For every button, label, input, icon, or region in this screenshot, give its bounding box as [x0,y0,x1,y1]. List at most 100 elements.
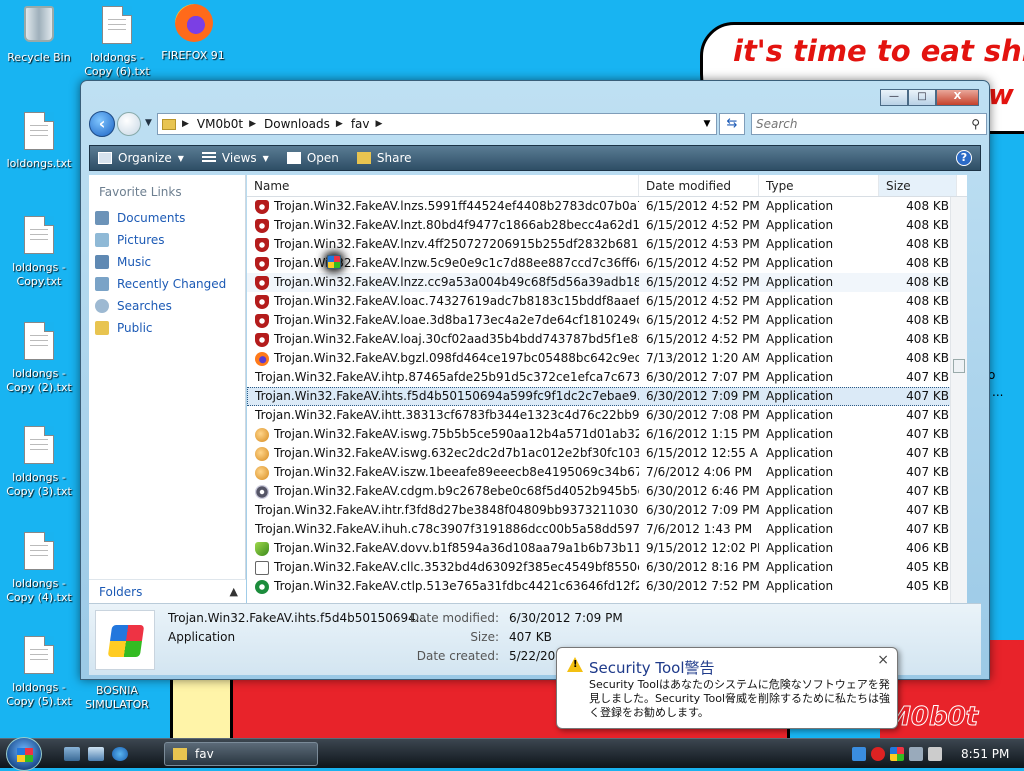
table-row[interactable]: Trojan.Win32.FakeAV.lnzs.5991ff44524ef44… [247,197,967,216]
file-name-cell[interactable]: Trojan.Win32.FakeAV.lnzs.5991ff44524ef44… [247,197,639,216]
table-row[interactable]: Trojan.Win32.FakeAV.iswg.632ec2dc2d7b1ac… [247,444,967,463]
table-row[interactable]: Trojan.Win32.FakeAV.iszw.1beeafe89eeecb8… [247,463,967,482]
table-row[interactable]: Trojan.Win32.FakeAV.lnzv.4ff250727206915… [247,235,967,254]
desktop-icon-loldongs[interactable]: loldongs.txt [2,112,76,171]
search-input[interactable] [752,114,952,134]
close-button[interactable]: X [936,89,979,106]
show-desktop-icon[interactable] [64,747,80,761]
file-name-cell[interactable]: Trojan.Win32.FakeAV.cllc.3532bd4d63092f3… [247,558,639,577]
help-icon[interactable]: ? [956,150,972,166]
table-row[interactable]: Trojan.Win32.FakeAV.ihtt.38313cf6783fb34… [247,255,967,425]
volume-muted-icon[interactable] [928,747,942,761]
address-dropdown-icon[interactable]: ▼ [698,119,716,129]
back-button[interactable]: ‹ [89,111,115,137]
desktop-icon-loldongs-copy-5[interactable]: loldongs - Copy (5).txt [2,636,76,709]
search-box[interactable]: ⚲ [751,113,987,135]
desktop-icon-loldongs-copy-6[interactable]: loldongs - Copy (6).txt [80,6,154,79]
table-row[interactable]: Trojan.Win32.FakeAV.lnzw.5c9e0e9c1c7d88e… [247,254,967,273]
search-icon[interactable]: ⚲ [971,117,980,131]
table-row[interactable]: Trojan.Win32.FakeAV.lnzt.80bd4f9477c1866… [247,216,967,235]
table-row[interactable]: Trojan.Win32.FakeAV.iswg.75b5b5ce590aa12… [247,425,967,444]
breadcrumb-separator-icon[interactable]: ▶ [249,119,256,129]
folders-toggle[interactable]: Folders ▲ [89,579,246,603]
scrollbar-thumb[interactable] [953,359,965,373]
table-row[interactable]: Trojan.Win32.FakeAV.ctlp.513e765a31fdbc4… [247,577,967,596]
table-row[interactable]: Trojan.Win32.FakeAV.loac.74327619adc7b81… [247,292,967,311]
desktop-icon-recycle-bin[interactable]: Recycle Bin [2,4,76,65]
desktop-icon-loldongs-copy-2[interactable]: loldongs - Copy (2).txt [2,322,76,395]
favorite-link-pictures[interactable]: Pictures [89,229,245,251]
recent-pages-dropdown[interactable]: ▼ [145,118,152,128]
windows-security-icon[interactable] [890,747,904,761]
close-icon[interactable]: × [877,652,889,668]
breadcrumb-separator-icon[interactable]: ▶ [336,119,343,129]
file-name-cell[interactable]: Trojan.Win32.FakeAV.iszw.1beeafe89eeecb8… [247,463,639,482]
share-button[interactable]: Share [356,151,412,165]
file-name-cell[interactable]: Trojan.Win32.FakeAV.iswg.75b5b5ce590aa12… [247,425,639,444]
column-header-date-modified[interactable]: Date modified [639,175,759,196]
favorite-link-public[interactable]: Public [89,317,245,339]
organize-button[interactable]: Organize ▼ [98,151,184,165]
table-row[interactable]: Trojan.Win32.FakeAV.cllc.3532bd4d63092f3… [247,558,967,577]
file-name-cell[interactable]: Trojan.Win32.FakeAV.loae.3d8ba173ec4a2e7… [247,311,639,330]
taskbar-button-fav[interactable]: fav [164,742,318,766]
internet-explorer-icon[interactable] [112,747,128,761]
file-name-cell[interactable]: Trojan.Win32.FakeAV.ihuh.c78c3907f319188… [247,255,639,539]
views-button[interactable]: Views ▼ [201,151,269,165]
start-button[interactable] [6,737,42,771]
table-row[interactable]: Trojan.Win32.FakeAV.ihuh.c78c3907f319188… [247,255,967,539]
table-row[interactable]: Trojan.Win32.FakeAV.lnzz.cc9a53a004b49c6… [247,273,967,292]
favorite-link-documents[interactable]: Documents [89,207,245,229]
favorite-link-recently-changed[interactable]: Recently Changed [89,273,245,295]
network-icon[interactable] [909,747,923,761]
file-name-cell[interactable]: Trojan.Win32.FakeAV.bgzl.098fd464ce197bc… [247,349,639,368]
file-name-cell[interactable]: Trojan.Win32.FakeAV.lnzv.4ff250727206915… [247,235,639,254]
maximize-button[interactable]: □ [908,89,936,106]
column-header-type[interactable]: Type [759,175,879,196]
file-name-cell[interactable]: Trojan.Win32.FakeAV.ihtr.f3fd8d27be3848f… [247,255,639,520]
desktop-icon-loldongs-copy-4[interactable]: loldongs - Copy (4).txt [2,532,76,605]
file-name-cell[interactable]: Trojan.Win32.FakeAV.iswg.632ec2dc2d7b1ac… [247,444,639,463]
table-row[interactable]: Trojan.Win32.FakeAV.bgzl.098fd464ce197bc… [247,349,967,368]
file-name-cell[interactable]: Trojan.Win32.FakeAV.cdgm.b9c2678ebe0c68f… [247,482,639,501]
file-name-cell[interactable]: Trojan.Win32.FakeAV.ihts.f5d4b50150694a5… [247,255,639,406]
switch-windows-icon[interactable] [88,747,104,761]
desktop-icon-bosnia-simulator[interactable]: BOSNIA SIMULATOR [80,684,154,712]
table-row[interactable]: Trojan.Win32.FakeAV.ihtr.f3fd8d27be3848f… [247,255,967,520]
column-header-size[interactable]: Size [879,175,957,196]
file-name-cell[interactable]: Trojan.Win32.FakeAV.loaj.30cf02aad35b4bd… [247,330,639,349]
desktop-icon-loldongs-copy[interactable]: loldongs - Copy.txt [2,216,76,289]
table-row[interactable]: Trojan.Win32.FakeAV.loae.3d8ba173ec4a2e7… [247,311,967,330]
table-row[interactable]: Trojan.Win32.FakeAV.ihts.f5d4b50150694a5… [247,255,967,406]
breadcrumb-fav[interactable]: fav [351,117,370,131]
desktop-icon-loldongs-copy-3[interactable]: loldongs - Copy (3).txt [2,426,76,499]
breadcrumb-vm0b0t[interactable]: VM0b0t [197,117,243,131]
file-name-cell[interactable]: Trojan.Win32.FakeAV.dovv.b1f8594a36d108a… [247,539,639,558]
security-alert-icon[interactable] [871,747,885,761]
favorite-link-searches[interactable]: Searches [89,295,245,317]
security-tool-balloon[interactable]: ! Security Tool警告 Security Toolはあなたのシステム… [556,647,898,729]
table-row[interactable]: Trojan.Win32.FakeAV.loaj.30cf02aad35b4bd… [247,330,967,349]
file-name-cell[interactable]: Trojan.Win32.FakeAV.ihtp.87465afde25b91d… [247,255,639,387]
file-name-cell[interactable]: Trojan.Win32.FakeAV.lnzw.5c9e0e9c1c7d88e… [247,254,639,273]
file-name-cell[interactable]: Trojan.Win32.FakeAV.ctlp.513e765a31fdbc4… [247,577,639,596]
clock[interactable]: 8:51 PM [961,747,1009,761]
file-name-cell[interactable]: Trojan.Win32.FakeAV.lnzt.80bd4f9477c1866… [247,216,639,235]
table-row[interactable]: Trojan.Win32.FakeAV.dovv.b1f8594a36d108a… [247,539,967,558]
column-header-name[interactable]: Name [247,175,639,196]
table-row[interactable]: Trojan.Win32.FakeAV.cdgm.b9c2678ebe0c68f… [247,482,967,501]
table-row[interactable]: Trojan.Win32.FakeAV.ihtp.87465afde25b91d… [247,255,967,387]
open-button[interactable]: Open [286,151,339,165]
file-name-cell[interactable]: Trojan.Win32.FakeAV.ihtt.38313cf6783fb34… [247,255,639,425]
file-name-cell[interactable]: Trojan.Win32.FakeAV.lnzz.cc9a53a004b49c6… [247,273,639,292]
file-name-cell[interactable]: Trojan.Win32.FakeAV.loac.74327619adc7b81… [247,292,639,311]
favorite-link-music[interactable]: Music [89,251,245,273]
breadcrumb-downloads[interactable]: Downloads [264,117,330,131]
vertical-scrollbar[interactable] [950,197,967,603]
desktop-icon-firefox[interactable]: FIREFOX 91 [156,4,230,63]
breadcrumb-separator-icon[interactable]: ▶ [376,119,383,129]
forward-button[interactable] [117,112,141,136]
refresh-button[interactable]: ⇆ [719,113,745,135]
breadcrumb-separator-icon[interactable]: ▶ [182,119,189,129]
minimize-button[interactable]: — [880,89,908,106]
